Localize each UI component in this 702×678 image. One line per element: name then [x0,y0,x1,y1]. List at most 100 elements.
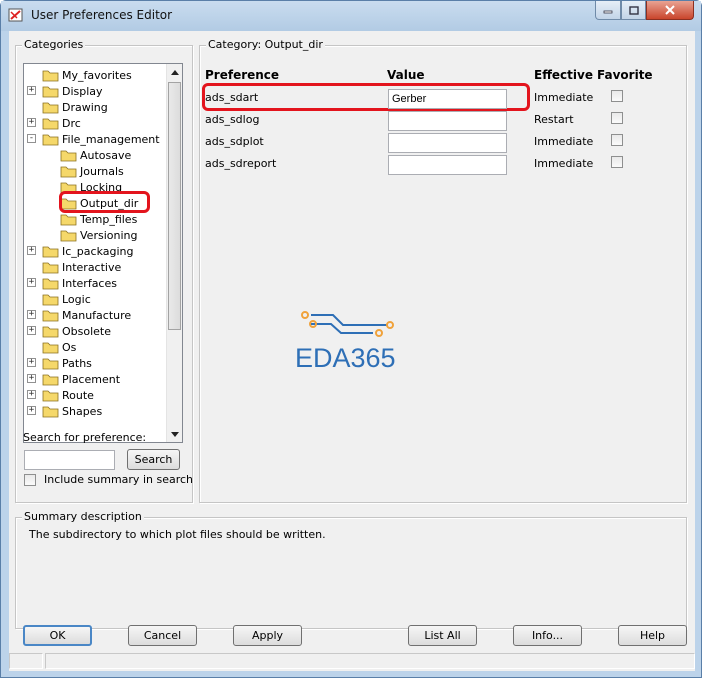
maximize-icon [628,5,639,15]
tree-item-obsolete[interactable]: Obsolete [42,323,111,339]
include-summary-checkbox[interactable] [24,474,36,486]
tree-item-drc[interactable]: Drc [42,115,81,131]
folder-icon [42,70,59,81]
folder-icon [42,86,59,97]
tree-expander-plus-icon[interactable]: + [27,118,36,127]
preference-value-input[interactable] [388,133,507,153]
favorite-checkbox[interactable] [611,134,623,146]
column-header-favorite: Favorite [597,68,653,82]
tree-item-journals[interactable]: Journals [60,163,124,179]
folder-icon [60,214,77,225]
tree-expander-plus-icon[interactable]: + [27,390,36,399]
help-button[interactable]: Help [618,625,687,646]
tree-item-label: Drawing [62,100,108,114]
tree-expander-plus-icon[interactable]: + [27,326,36,335]
tree-item-paths[interactable]: Paths [42,355,92,371]
output-dir-highlight [59,191,150,213]
tree-expander-plus-icon[interactable]: + [27,406,36,415]
column-header-effective: Effective [534,68,593,82]
favorite-checkbox[interactable] [611,156,623,168]
folder-icon [42,342,59,353]
tree-expander-minus-icon[interactable]: - [27,134,36,143]
tree-item-label: Ic_packaging [62,244,134,258]
folder-icon [42,390,59,401]
preference-name: ads_sdart [205,91,259,104]
folder-icon [42,262,59,273]
preference-effective: Immediate [534,135,594,148]
scroll-up-arrow[interactable] [167,64,182,80]
preference-name: ads_sdplot [205,135,264,148]
preference-value-input[interactable] [388,89,507,109]
window-title: User Preferences Editor [31,8,173,22]
folder-icon [42,326,59,337]
categories-group-label: Categories [22,38,86,51]
tree-expander-plus-icon[interactable]: + [27,310,36,319]
folder-icon [42,134,59,145]
minimize-button[interactable] [595,1,621,20]
help-button-label: Help [639,629,666,642]
title-bar[interactable]: User Preferences Editor [1,1,701,31]
tree-item-interfaces[interactable]: Interfaces [42,275,117,291]
tree-scrollbar[interactable] [166,64,182,442]
scroll-down-arrow[interactable] [167,426,182,442]
watermark-text: EDA365 [295,343,396,373]
tree-item-file-management[interactable]: File_management [42,131,160,147]
tree-item-label: Logic [62,292,91,306]
close-button[interactable] [646,1,694,20]
info-button[interactable]: Info... [513,625,582,646]
tree-item-ic-packaging[interactable]: Ic_packaging [42,243,133,259]
list-all-button-label: List All [424,629,461,642]
preference-value-input[interactable] [388,155,507,175]
summary-group-label: Summary description [22,510,144,523]
tree-item-autosave[interactable]: Autosave [60,147,131,163]
apply-button[interactable]: Apply [233,625,302,646]
tree-item-temp-files[interactable]: Temp_files [60,211,137,227]
tree-item-my-favorites[interactable]: My_favorites [42,67,132,83]
preference-value-input[interactable] [388,111,507,131]
folder-icon [42,310,59,321]
preference-name: ads_sdlog [205,113,260,126]
tree-item-versioning[interactable]: Versioning [60,227,137,243]
search-button[interactable]: Search [127,449,180,470]
folder-icon [42,358,59,369]
tree-item-drawing[interactable]: Drawing [42,99,108,115]
tree-item-label: Obsolete [62,324,112,338]
app-icon [8,8,23,22]
tree-item-label: Autosave [80,148,132,162]
scroll-thumb[interactable] [168,82,181,330]
ok-button[interactable]: OK [23,625,92,646]
tree-item-route[interactable]: Route [42,387,94,403]
favorite-checkbox[interactable] [611,90,623,102]
tree-item-label: Temp_files [80,212,138,226]
favorite-checkbox[interactable] [611,112,623,124]
summary-text: The subdirectory to which plot files sho… [29,528,326,541]
tree-expander-plus-icon[interactable]: + [27,374,36,383]
tree-item-manufacture[interactable]: Manufacture [42,307,131,323]
tree-item-os[interactable]: Os [42,339,76,355]
tree-item-label: Journals [80,164,124,178]
tree-expander-plus-icon[interactable]: + [27,358,36,367]
tree-item-interactive[interactable]: Interactive [42,259,121,275]
maximize-button[interactable] [621,1,646,20]
column-header-preference: Preference [205,68,280,82]
apply-button-label: Apply [251,629,284,642]
tree-item-display[interactable]: Display [42,83,103,99]
search-label: Search for preference: [23,431,147,444]
tree-expander-plus-icon[interactable]: + [27,86,36,95]
category-tree[interactable]: My_favorites + Display Drawing + Drc - File_man… [23,63,183,443]
tree-item-label: Shapes [62,404,103,418]
tree-item-shapes[interactable]: Shapes [42,403,102,419]
tree-item-label: Versioning [80,228,138,242]
tree-expander-plus-icon[interactable]: + [27,278,36,287]
tree-item-label: Manufacture [62,308,132,322]
tree-item-label: Drc [62,116,81,130]
tree-expander-plus-icon[interactable]: + [27,246,36,255]
preference-effective: Immediate [534,91,594,104]
folder-icon [60,230,77,241]
list-all-button[interactable]: List All [408,625,477,646]
eda365-logo: EDA365 [295,311,396,373]
search-input[interactable] [24,450,115,470]
tree-item-logic[interactable]: Logic [42,291,91,307]
tree-item-placement[interactable]: Placement [42,371,120,387]
cancel-button[interactable]: Cancel [128,625,197,646]
